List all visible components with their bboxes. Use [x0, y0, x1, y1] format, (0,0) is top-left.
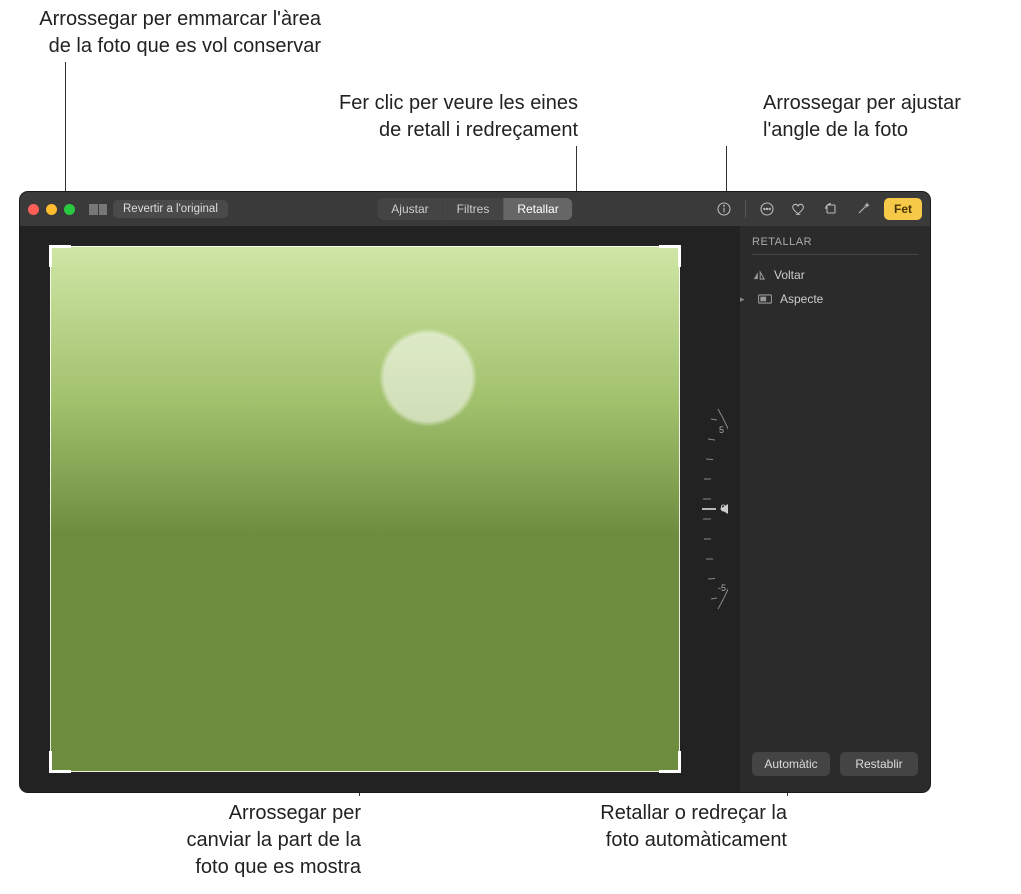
dial-tick-bottom: -5 [718, 583, 726, 593]
dial-marker-icon [720, 504, 728, 514]
dial-tick-top: 5 [719, 425, 724, 435]
tab-crop[interactable]: Retallar [503, 198, 572, 220]
window-controls [28, 204, 75, 215]
more-icon[interactable] [756, 198, 778, 220]
main-area: 5 0 -5 RETALLAR Voltar ▸ Aspecte [20, 226, 930, 792]
favorite-icon[interactable] [788, 198, 810, 220]
info-icon[interactable] [713, 198, 735, 220]
callout-frame-text: Arrossegar per emmarcar l'àrea de la fot… [39, 8, 321, 57]
auto-enhance-icon[interactable] [852, 198, 874, 220]
close-window-button[interactable] [28, 204, 39, 215]
crop-frame[interactable] [50, 246, 680, 772]
photo-container [50, 246, 680, 772]
straighten-dial[interactable]: 5 0 -5 [686, 399, 728, 619]
tab-filters[interactable]: Filtres [443, 198, 504, 220]
tab-adjust[interactable]: Ajustar [377, 198, 442, 220]
flip-icon [752, 269, 766, 281]
sidebar-flip[interactable]: Voltar [752, 263, 918, 287]
callout-auto-text: Retallar o redreçar la foto automàticame… [600, 802, 787, 851]
callout-drag-photo-text: Arrossegar per canviar la part de la fot… [186, 802, 361, 878]
edit-mode-tabs: Ajustar Filtres Retallar [377, 198, 572, 220]
auto-crop-button[interactable]: Automàtic [752, 752, 830, 776]
callout-tools: Fer clic per veure les eines de retall i… [258, 90, 578, 144]
sidebar-title: RETALLAR [752, 236, 918, 255]
callout-tools-text: Fer clic per veure les eines de retall i… [339, 92, 578, 141]
callout-angle-text: Arrossegar per ajustar l'angle de la fot… [763, 92, 961, 141]
toolbar-right: Fet [713, 198, 922, 220]
callout-frame: Arrossegar per emmarcar l'àrea de la fot… [1, 6, 321, 60]
crop-sidebar: RETALLAR Voltar ▸ Aspecte Automàtic Rest… [740, 226, 930, 792]
chevron-right-icon: ▸ [740, 294, 750, 305]
reset-crop-button[interactable]: Restablir [840, 752, 918, 776]
callout-auto: Retallar o redreçar la foto automàticame… [537, 800, 787, 854]
sidebar-aspect[interactable]: ▸ Aspecte [752, 287, 918, 311]
crop-handle-bl[interactable] [49, 751, 71, 773]
zoom-window-button[interactable] [64, 204, 75, 215]
minimize-window-button[interactable] [46, 204, 57, 215]
photos-edit-window: Revertir a l'original Ajustar Filtres Re… [20, 192, 930, 792]
crop-handle-tl[interactable] [49, 245, 71, 267]
sidebar-flip-label: Voltar [774, 268, 805, 282]
revert-button[interactable]: Revertir a l'original [113, 200, 228, 218]
toolbar-divider [745, 200, 746, 218]
thumbnail-toggle-icon[interactable] [89, 204, 107, 215]
crop-handle-br[interactable] [659, 751, 681, 773]
crop-handle-tr[interactable] [659, 245, 681, 267]
rotate-icon[interactable] [820, 198, 842, 220]
aspect-icon [758, 294, 772, 304]
done-button[interactable]: Fet [884, 198, 922, 220]
sidebar-aspect-label: Aspecte [780, 292, 823, 306]
sidebar-bottom: Automàtic Restablir [752, 752, 918, 782]
canvas-area: 5 0 -5 [20, 226, 740, 792]
callout-drag-photo: Arrossegar per canviar la part de la fot… [141, 800, 361, 881]
callout-angle: Arrossegar per ajustar l'angle de la fot… [763, 90, 1013, 144]
titlebar: Revertir a l'original Ajustar Filtres Re… [20, 192, 930, 226]
